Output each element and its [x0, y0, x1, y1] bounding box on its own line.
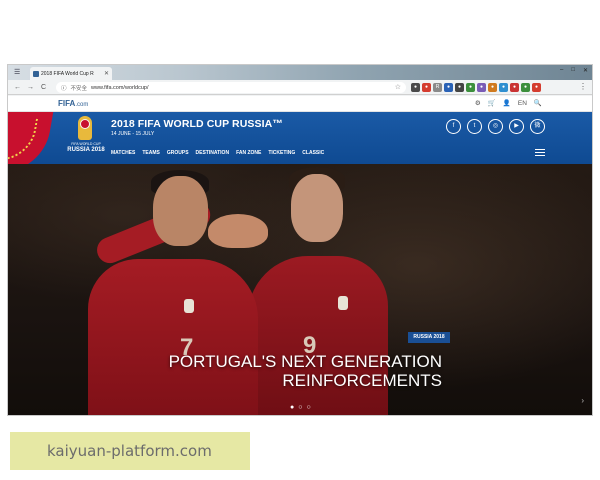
watermark-banner: kaiyuan-platform.com — [10, 432, 250, 470]
heart-hands — [208, 214, 268, 248]
worldcup-header: FIFA WORLD CUP RUSSIA 2018 2018 FIFA WOR… — [8, 112, 592, 164]
ext-icon-12[interactable]: ● — [532, 83, 541, 92]
crest-left-icon — [184, 299, 194, 313]
carousel-dots: ● ○ ○ — [290, 404, 311, 411]
maximize-button[interactable]: □ — [571, 67, 575, 74]
bookmark-star-icon[interactable]: ☆ — [395, 83, 401, 91]
ext-icon-11[interactable]: ● — [521, 83, 530, 92]
browser-menu-icon[interactable]: ⋮ — [579, 82, 587, 91]
settings-icon[interactable]: ⚙ — [475, 99, 481, 107]
worldcup-nav: MATCHES TEAMS GROUPS DESTINATION FAN ZON… — [111, 150, 324, 156]
tab-menu-icon[interactable]: ☰ — [14, 68, 20, 76]
fifa-logo[interactable]: FIFA.com — [58, 99, 88, 108]
ext-icon-1[interactable]: ● — [411, 83, 420, 92]
nav-classic[interactable]: CLASSIC — [302, 150, 324, 156]
ext-icon-7[interactable]: ● — [477, 83, 486, 92]
omnibar: ← → C ⓘ 不安全 www.fifa.com/worldcup/ ☆ ● ● R… — [8, 80, 592, 95]
emblem-line1: FIFA WORLD CUP — [71, 142, 101, 146]
browser-tab[interactable]: 2018 FIFA World Cup R ✕ — [30, 67, 112, 80]
emblem-line2: RUSSIA 2018 — [67, 147, 105, 153]
headline-line1: PORTUGAL'S NEXT GENERATION — [168, 352, 442, 371]
nav-groups[interactable]: GROUPS — [167, 150, 189, 156]
ball-icon — [80, 119, 90, 129]
security-label: 不安全 — [70, 85, 88, 92]
fifa-favicon-icon — [33, 70, 39, 77]
nav-ticketing[interactable]: TICKETING — [268, 150, 295, 156]
ext-icon-6[interactable]: ● — [466, 83, 475, 92]
hero-banner[interactable]: 9 7 RUSSIA 2018 PORTUGAL'S NEXT GENERATI… — [8, 164, 592, 415]
url-text: www.fifa.com/worldcup/ — [91, 84, 149, 91]
twitter-icon[interactable]: t — [467, 119, 482, 134]
nav-teams[interactable]: TEAMS — [142, 150, 160, 156]
carousel-next-icon[interactable]: › — [581, 396, 584, 405]
reload-button[interactable]: C — [40, 84, 47, 91]
web-page: FIFA.com ⚙ 🛒 👤 EN 🔍 FIFA WORLD CUP RUSSI… — [8, 96, 592, 415]
player-left-head — [153, 176, 208, 246]
weibo-icon[interactable]: 微 — [530, 119, 545, 134]
ext-icon-2[interactable]: ● — [422, 83, 431, 92]
back-button[interactable]: ← — [14, 84, 21, 91]
hero-headline[interactable]: PORTUGAL'S NEXT GENERATION REINFORCEMENT… — [169, 352, 442, 390]
ext-icon-4[interactable]: ● — [444, 83, 453, 92]
ext-icon-10[interactable]: ● — [510, 83, 519, 92]
window-controls: – □ ✕ — [560, 67, 588, 74]
tab-strip: ☰ 2018 FIFA World Cup R ✕ – □ ✕ — [8, 65, 592, 80]
nav-fan-zone[interactable]: FAN ZONE — [236, 150, 261, 156]
red-accent-shape — [8, 112, 54, 164]
forward-button[interactable]: → — [27, 84, 34, 91]
browser-window: ☰ 2018 FIFA World Cup R ✕ – □ ✕ ← → C ⓘ … — [7, 64, 593, 416]
facebook-icon[interactable]: f — [446, 119, 461, 134]
tab-title: 2018 FIFA World Cup R — [41, 70, 94, 77]
ext-icon-3[interactable]: R — [433, 83, 442, 92]
hamburger-menu-icon[interactable] — [535, 149, 545, 158]
social-links: f t ◎ ▶ 微 — [446, 119, 545, 134]
ext-icon-8[interactable]: ● — [488, 83, 497, 92]
fifa-logo-suffix: .com — [75, 102, 89, 108]
extensions-row: ● ● R ● ● ● ● ● ● ● ● ● — [411, 83, 541, 92]
search-icon[interactable]: 🔍 — [534, 99, 542, 107]
close-window-button[interactable]: ✕ — [583, 67, 588, 74]
nav-matches[interactable]: MATCHES — [111, 150, 135, 156]
carousel-dot-1[interactable]: ● — [290, 404, 294, 411]
headline-line2: REINFORCEMENTS — [282, 371, 442, 390]
cart-icon[interactable]: 🛒 — [488, 99, 496, 107]
instagram-icon[interactable]: ◎ — [488, 119, 503, 134]
category-tag[interactable]: RUSSIA 2018 — [408, 332, 450, 343]
ext-icon-9[interactable]: ● — [499, 83, 508, 92]
player-right-head — [291, 174, 343, 242]
address-bar[interactable]: ⓘ 不安全 www.fifa.com/worldcup/ ☆ — [56, 82, 406, 93]
player-right-jersey — [248, 256, 388, 415]
tab-close-icon[interactable]: ✕ — [104, 70, 109, 77]
nav-destination[interactable]: DESTINATION — [196, 150, 230, 156]
worldcup-emblem[interactable]: FIFA WORLD CUP RUSSIA 2018 — [66, 116, 106, 160]
player-left-jersey — [88, 259, 258, 415]
user-icon[interactable]: 👤 — [503, 99, 511, 107]
youtube-icon[interactable]: ▶ — [509, 119, 524, 134]
worldcup-dates: 14 JUNE - 15 JULY — [111, 131, 155, 137]
language-selector[interactable]: EN — [518, 100, 527, 107]
fifa-top-bar: FIFA.com ⚙ 🛒 👤 EN 🔍 — [8, 96, 592, 112]
worldcup-title[interactable]: 2018 FIFA WORLD CUP RUSSIA™ — [111, 118, 283, 130]
top-icons: ⚙ 🛒 👤 EN 🔍 — [475, 99, 542, 108]
minimize-button[interactable]: – — [560, 67, 563, 74]
carousel-dot-3[interactable]: ○ — [306, 404, 310, 411]
info-icon[interactable]: ⓘ — [61, 84, 67, 92]
crest-right-icon — [338, 296, 348, 310]
fifa-logo-text: FIFA — [58, 99, 76, 108]
ext-icon-5[interactable]: ● — [455, 83, 464, 92]
carousel-dot-2[interactable]: ○ — [298, 404, 302, 411]
